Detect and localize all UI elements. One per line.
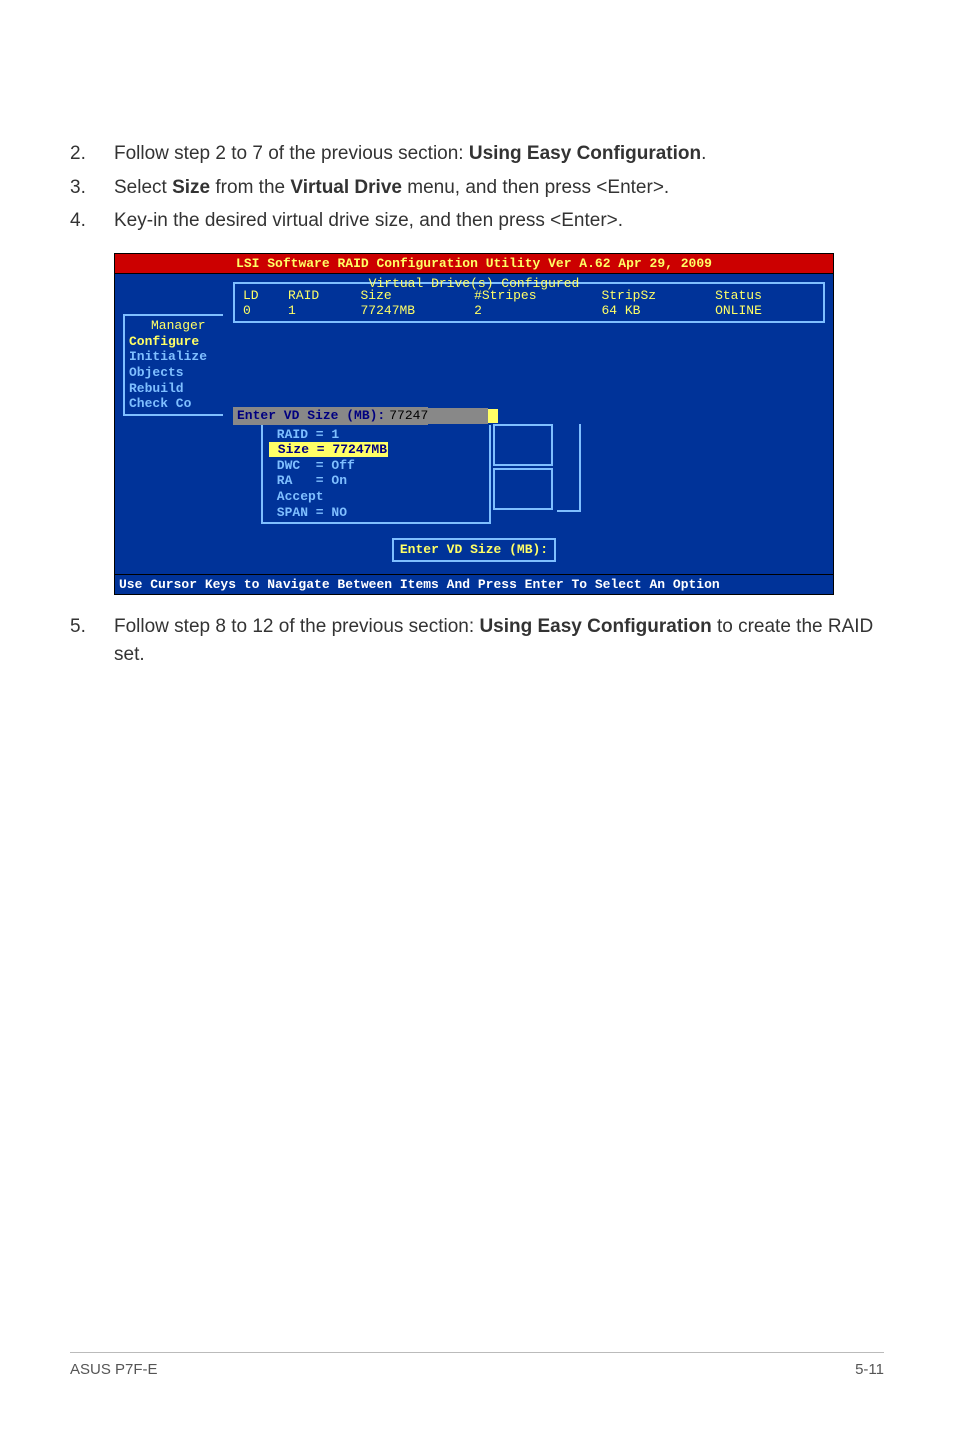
footer-page-number: 5-11 [855, 1361, 884, 1378]
cell-status: ONLINE [715, 303, 815, 319]
input-field-bg[interactable] [428, 408, 488, 424]
instruction-list: 2. Follow step 2 to 7 of the previous se… [70, 140, 884, 235]
bios-main-area: Virtual Drive(s) Configured LD RAID Size… [114, 273, 834, 575]
col-status: Status [715, 288, 815, 304]
menu-item-objects[interactable]: Objects [129, 365, 219, 381]
vd-params-box: RAID = 1 Size = 77247MB DWC = Off RA = O… [261, 425, 491, 525]
param-accept[interactable]: Accept [269, 489, 483, 505]
menu-item-check[interactable]: Check Co [129, 396, 219, 412]
bios-title-bar: LSI Software RAID Configuration Utility … [114, 253, 834, 274]
menu-item-initialize[interactable]: Initialize [129, 349, 219, 365]
cell-stripes: 2 [474, 303, 601, 319]
param-size[interactable]: Size = 77247MB [269, 442, 483, 458]
step-4: 4. Key-in the desired virtual drive size… [70, 207, 884, 235]
manual-page: 2. Follow step 2 to 7 of the previous se… [0, 0, 954, 1438]
param-ra[interactable]: RA = On [269, 473, 483, 489]
step-number: 4. [70, 207, 114, 235]
step-text: Follow step 8 to 12 of the previous sect… [114, 613, 884, 668]
step-3: 3. Select Size from the Virtual Drive me… [70, 174, 884, 202]
param-span[interactable]: SPAN = NO [269, 505, 483, 521]
cell-size: 77247MB [361, 303, 475, 319]
help-text-box: Enter VD Size (MB): [392, 538, 556, 562]
step-number: 3. [70, 174, 114, 202]
col-stripsz: StripSz [601, 288, 715, 304]
cell-ld: 0 [243, 303, 288, 319]
vdc-header-row: LD RAID Size #Stripes StripSz Status [243, 288, 815, 304]
vd-size-input-row: Enter VD Size (MB): 77247 [233, 407, 827, 425]
panel-side [557, 424, 581, 512]
col-raid: RAID [288, 288, 360, 304]
vdc-data-row: 0 1 77247MB 2 64 KB ONLINE [243, 303, 815, 319]
step-text: Follow step 2 to 7 of the previous secti… [114, 140, 884, 168]
footer-product: ASUS P7F-E [70, 1361, 158, 1378]
cell-raid: 1 [288, 303, 360, 319]
step-number: 2. [70, 140, 114, 168]
vd-size-value[interactable]: 77247 [389, 407, 428, 425]
step-5: 5. Follow step 8 to 12 of the previous s… [70, 613, 884, 668]
menu-header: Manager [151, 318, 219, 334]
cell-stripsz: 64 KB [601, 303, 715, 319]
vd-size-prompt: Enter VD Size (MB): [233, 407, 389, 425]
step-text: Select Size from the Virtual Drive menu,… [114, 174, 884, 202]
management-menu: Manager Configure Initialize Objects Reb… [123, 314, 223, 416]
menu-item-configure[interactable]: Configure [129, 334, 219, 350]
panel-box [493, 468, 553, 510]
vdc-table-box: LD RAID Size #Stripes StripSz Status 0 1… [233, 282, 825, 323]
step-text: Key-in the desired virtual drive size, a… [114, 207, 884, 235]
param-dwc[interactable]: DWC = Off [269, 458, 483, 474]
panel-box [493, 424, 553, 466]
text-cursor-icon [488, 409, 498, 423]
step-number: 5. [70, 613, 114, 641]
param-raid[interactable]: RAID = 1 [269, 427, 483, 443]
right-panels [493, 424, 553, 512]
vdc-table: LD RAID Size #Stripes StripSz Status 0 1… [243, 288, 815, 319]
step-2: 2. Follow step 2 to 7 of the previous se… [70, 140, 884, 168]
bios-screenshot: LSI Software RAID Configuration Utility … [114, 253, 884, 596]
page-footer: ASUS P7F-E 5-11 [70, 1352, 884, 1378]
menu-item-rebuild[interactable]: Rebuild [129, 381, 219, 397]
bios-window: LSI Software RAID Configuration Utility … [114, 253, 834, 596]
bios-footer-hint: Use Cursor Keys to Navigate Between Item… [114, 575, 834, 596]
col-ld: LD [243, 288, 288, 304]
instruction-list-cont: 5. Follow step 8 to 12 of the previous s… [70, 613, 884, 668]
